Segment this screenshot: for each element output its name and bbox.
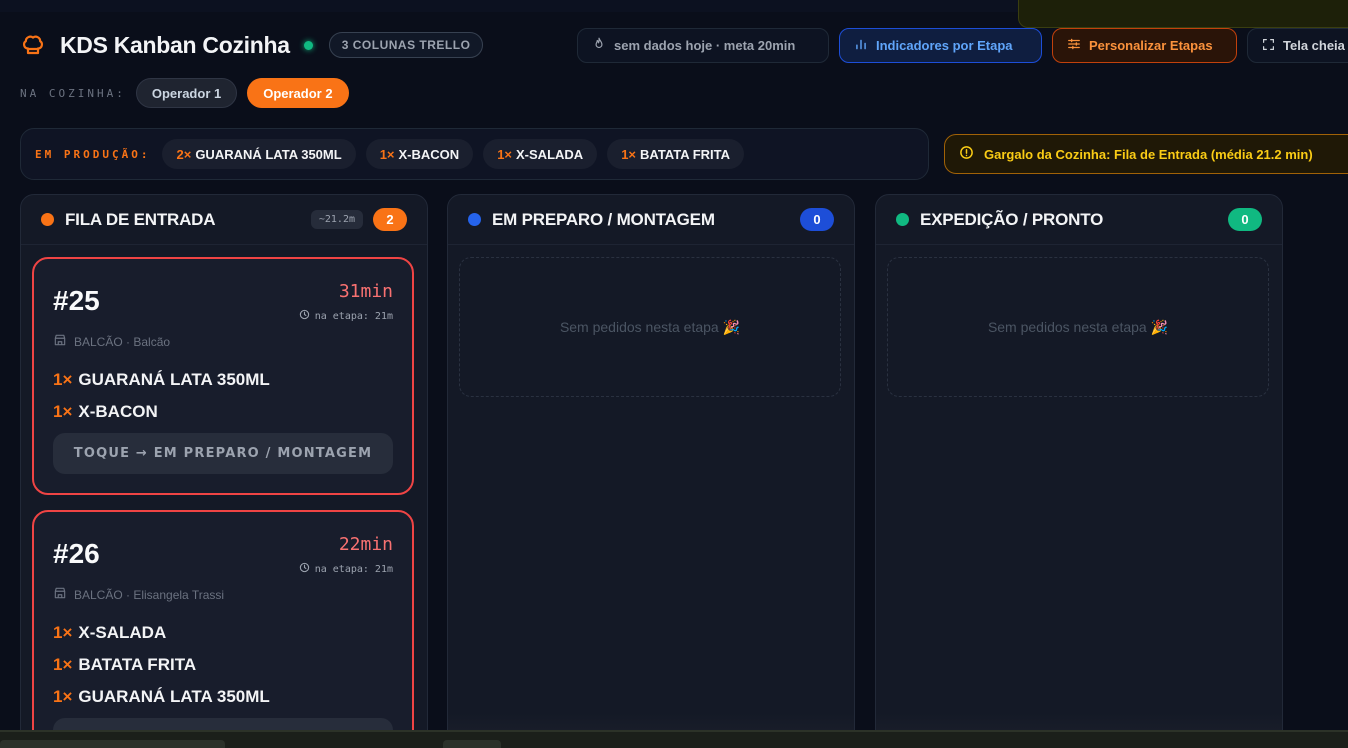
item-name: X-BACON	[78, 402, 158, 421]
item-name: GUARANÁ LATA 350ML	[78, 687, 270, 706]
order-items: 1× X-SALADA 1× BATATA FRITA 1× GUARANÁ L…	[53, 617, 270, 713]
order-source: BALCÃO · Balcão	[53, 333, 170, 350]
daily-stats-text: sem dados hoje · meta 20min	[614, 38, 796, 53]
operator-1-button[interactable]: Operador 1	[135, 78, 238, 108]
order-elapsed-time: 22min	[338, 534, 393, 555]
advance-order-button[interactable]: TOQUE → EM PREPARO / MONTAGEM	[53, 433, 393, 474]
sliders-icon	[1067, 37, 1081, 54]
column-header: FILA DE ENTRADA ~21.2m 2	[21, 195, 427, 245]
order-item: 1× GUARANÁ LATA 350ML	[53, 681, 270, 713]
chip-qty: 2×	[176, 146, 192, 162]
taskbar-segment	[0, 740, 225, 748]
bottom-taskbar-strip	[0, 730, 1348, 748]
column-header: EXPEDIÇÃO / PRONTO 0	[876, 195, 1282, 245]
alert-circle-icon	[959, 145, 974, 163]
column-count-badge: 2	[373, 208, 407, 231]
flame-icon	[592, 37, 606, 54]
order-source-text: BALCÃO · Balcão	[74, 334, 171, 349]
column-title: FILA DE ENTRADA	[65, 209, 216, 229]
order-item: 1× BATATA FRITA	[53, 649, 270, 681]
clock-icon	[299, 309, 310, 323]
order-item: 1× X-SALADA	[53, 617, 270, 649]
taskbar-segment	[443, 740, 501, 748]
order-number: #25	[53, 285, 100, 316]
order-card[interactable]: #25 31min na etapa: 21m BALCÃO · Balcão …	[32, 257, 414, 495]
production-chip: 1× X-SALADA	[483, 139, 598, 169]
item-name: X-SALADA	[78, 623, 167, 642]
store-icon	[53, 586, 67, 603]
chip-name: BATATA FRITA	[640, 146, 731, 162]
chef-hat-icon	[20, 32, 46, 58]
order-item: 1× GUARANÁ LATA 350ML	[53, 364, 270, 396]
fullscreen-icon	[1262, 38, 1275, 54]
production-chip: 2× GUARANÁ LATA 350ML	[162, 139, 356, 169]
column-preparing: EM PREPARO / MONTAGEM 0 Sem pedidos nest…	[447, 194, 855, 748]
app-title: KDS Kanban Cozinha	[60, 31, 290, 58]
item-qty: 1×	[53, 370, 73, 389]
chip-qty: 1×	[497, 146, 513, 162]
customize-stages-label: Personalizar Etapas	[1089, 38, 1213, 53]
column-color-dot	[41, 213, 54, 226]
store-icon	[53, 333, 67, 350]
indicators-label: Indicadores por Etapa	[876, 38, 1013, 53]
production-chip: 1× BATATA FRITA	[607, 139, 745, 169]
operator-2-button[interactable]: Operador 2	[247, 78, 349, 108]
order-items: 1× GUARANÁ LATA 350ML 1× X-BACON	[53, 364, 270, 428]
header-actions: sem dados hoje · meta 20min Indicadores …	[577, 28, 1348, 63]
empty-column-placeholder: Sem pedidos nesta etapa 🎉	[459, 257, 841, 397]
fullscreen-button[interactable]: Tela cheia	[1247, 28, 1348, 63]
chip-name: X-BACON	[398, 146, 460, 162]
item-name: BATATA FRITA	[78, 655, 197, 674]
item-qty: 1×	[53, 655, 73, 674]
customize-stages-button[interactable]: Personalizar Etapas	[1052, 28, 1237, 63]
chip-qty: 1×	[621, 146, 637, 162]
column-count-badge: 0	[800, 208, 834, 231]
item-qty: 1×	[53, 402, 73, 421]
production-label: EM PRODUÇÃO:	[35, 147, 151, 161]
production-chip: 1× X-BACON	[365, 139, 474, 169]
top-overlay	[1018, 0, 1348, 28]
live-status-dot	[303, 40, 313, 50]
column-color-dot	[896, 213, 909, 226]
order-number: #26	[53, 538, 100, 569]
column-title: EXPEDIÇÃO / PRONTO	[920, 209, 1104, 229]
column-title: EM PREPARO / MONTAGEM	[492, 209, 715, 229]
column-count-badge: 0	[1228, 208, 1262, 231]
operators-label: NA COZINHA:	[20, 86, 126, 100]
column-dispatch: EXPEDIÇÃO / PRONTO 0 Sem pedidos nesta e…	[875, 194, 1283, 748]
order-item: 1× X-BACON	[53, 396, 270, 428]
order-source-text: BALCÃO · Elisangela Trassi	[74, 587, 225, 602]
order-card[interactable]: #26 22min na etapa: 21m BALCÃO · Elisang…	[32, 510, 414, 748]
item-name: GUARANÁ LATA 350ML	[78, 370, 270, 389]
production-summary: EM PRODUÇÃO: 2× GUARANÁ LATA 350ML 1× X-…	[20, 128, 929, 180]
stage-time-text: na etapa: 21m	[314, 563, 393, 575]
chip-qty: 1×	[379, 146, 395, 162]
clock-icon	[299, 562, 310, 576]
item-qty: 1×	[53, 687, 73, 706]
item-qty: 1×	[53, 623, 73, 642]
bar-chart-icon	[854, 37, 868, 54]
order-stage-time: na etapa: 21m	[299, 309, 393, 323]
order-elapsed-time: 31min	[338, 281, 393, 302]
fullscreen-label: Tela cheia	[1283, 38, 1345, 53]
indicators-button[interactable]: Indicadores por Etapa	[839, 28, 1042, 63]
column-header: EM PREPARO / MONTAGEM 0	[448, 195, 854, 245]
column-queue: FILA DE ENTRADA ~21.2m 2 #25 31min na et…	[20, 194, 428, 748]
chip-name: GUARANÁ LATA 350ML	[195, 146, 342, 162]
chip-name: X-SALADA	[516, 146, 584, 162]
column-color-dot	[468, 213, 481, 226]
order-source: BALCÃO · Elisangela Trassi	[53, 586, 224, 603]
header: KDS Kanban Cozinha 3 COLUNAS TRELLO	[20, 28, 484, 62]
top-strip	[0, 0, 1018, 12]
columns-badge: 3 COLUNAS TRELLO	[328, 32, 484, 58]
bottleneck-alert: Gargalo da Cozinha: Fila de Entrada (méd…	[944, 134, 1348, 174]
column-average-time: ~21.2m	[310, 210, 363, 229]
stage-time-text: na etapa: 21m	[314, 310, 393, 322]
order-stage-time: na etapa: 21m	[299, 562, 393, 576]
daily-stats-pill: sem dados hoje · meta 20min	[577, 28, 829, 63]
bottleneck-text: Gargalo da Cozinha: Fila de Entrada (méd…	[984, 146, 1313, 162]
empty-column-placeholder: Sem pedidos nesta etapa 🎉	[887, 257, 1269, 397]
operators-bar: NA COZINHA: Operador 1 Operador 2	[20, 78, 349, 108]
